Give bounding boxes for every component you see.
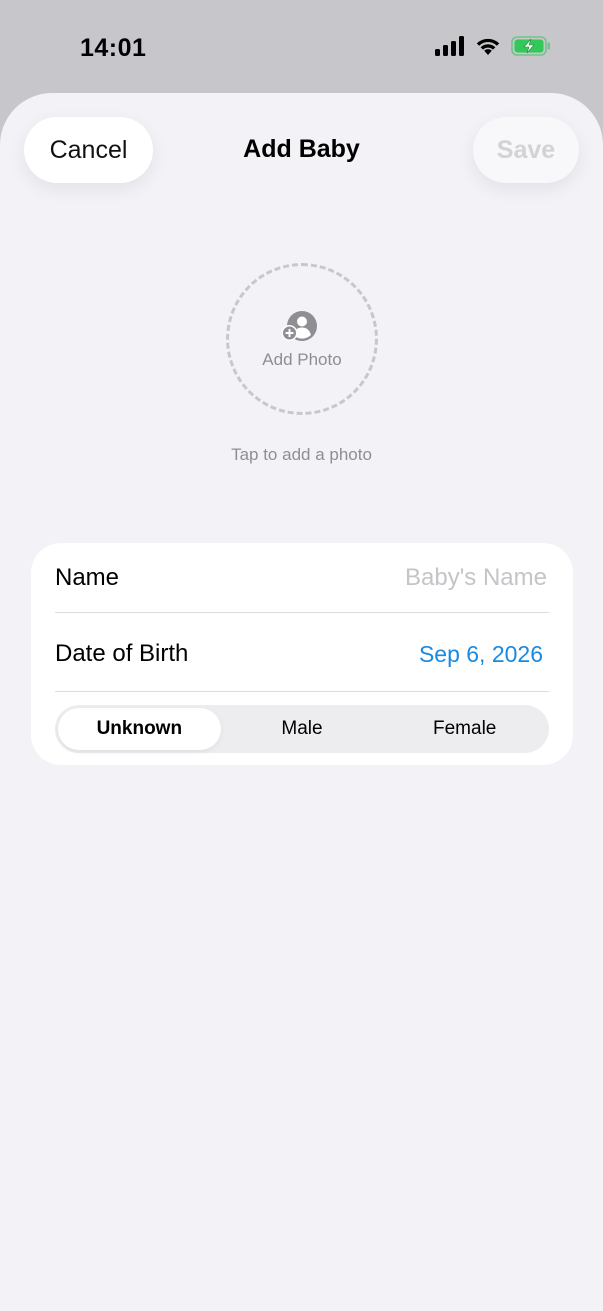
add-photo-label: Add Photo [262,350,342,369]
divider [55,612,549,613]
status-bar: 14:01 [0,0,603,92]
photo-hint: Tap to add a photo [231,445,372,464]
name-input[interactable] [285,563,549,593]
status-icons [435,36,551,56]
add-baby-sheet: Cancel Add Baby Save Add Photo Tap to ad… [0,93,603,1311]
date-of-birth-label: Date of Birth [55,640,189,667]
date-of-birth-row[interactable]: Date of Birth Sep 6, 2026 [55,615,549,693]
cellular-signal-icon [435,36,465,56]
gender-option-female[interactable]: Female [383,708,546,750]
gender-segmented-control: Unknown Male Female [55,705,549,753]
add-person-photo-icon [281,310,319,347]
wifi-icon [475,36,501,56]
gender-option-male[interactable]: Male [221,708,384,750]
gender-option-unknown[interactable]: Unknown [58,708,221,750]
save-button[interactable]: Save [473,117,579,183]
battery-charging-icon [511,36,551,56]
baby-form-card: Name Date of Birth Sep 6, 2026 Unknown M… [31,543,573,765]
status-time: 14:01 [80,34,147,62]
add-photo-button[interactable]: Add Photo [226,263,378,415]
nav-bar: Cancel Add Baby Save [0,117,603,183]
name-label: Name [55,564,120,591]
name-row: Name [55,543,549,613]
date-of-birth-value[interactable]: Sep 6, 2026 [419,641,549,668]
divider [55,691,549,692]
